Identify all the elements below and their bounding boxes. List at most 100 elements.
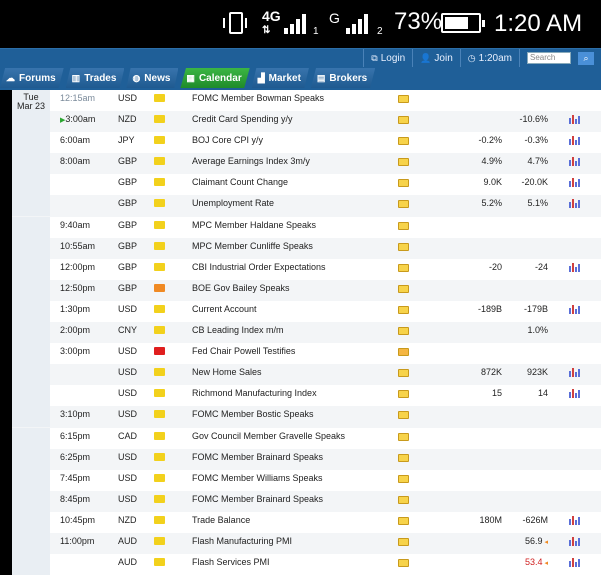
detail-cell[interactable]	[398, 280, 414, 301]
calendar-row[interactable]: ▶3:00am NZD Credit Card Spending y/y -10.6%	[12, 111, 601, 133]
detail-cell[interactable]	[398, 153, 414, 174]
event-name[interactable]: Flash Manufacturing PMI	[192, 533, 392, 554]
detail-cell[interactable]	[398, 449, 414, 470]
event-name[interactable]: CBI Industrial Order Expectations	[192, 259, 392, 280]
event-name[interactable]: Gov Council Member Gravelle Speaks	[192, 428, 392, 449]
detail-cell[interactable]	[398, 217, 414, 238]
event-name[interactable]: FOMC Member Brainard Speaks	[192, 491, 392, 512]
impact-cell[interactable]	[154, 132, 166, 153]
calendar-row[interactable]: Tue Mar 23 12:15am USD FOMC Member Bowman Sp…	[12, 90, 601, 111]
detail-cell[interactable]	[398, 195, 414, 216]
tab-forums[interactable]: ☁ Forums	[0, 68, 64, 88]
calendar-row[interactable]: 6:00am JPY BOJ Core CPI y/y -0.2% -0.3%	[12, 132, 601, 154]
detail-cell[interactable]	[398, 512, 414, 533]
chart-cell[interactable]	[569, 153, 581, 174]
impact-cell[interactable]	[154, 217, 166, 238]
calendar-row[interactable]: 6:25pm USD FOMC Member Brainard Speaks	[12, 448, 601, 470]
chart-cell[interactable]	[569, 301, 581, 322]
calendar-row[interactable]: 10:55am GBP MPC Member Cunliffe Speaks	[12, 237, 601, 259]
event-name[interactable]: BOJ Core CPI y/y	[192, 132, 392, 153]
event-name[interactable]: Credit Card Spending y/y	[192, 111, 392, 132]
impact-cell[interactable]	[154, 512, 166, 533]
impact-cell[interactable]	[154, 90, 166, 111]
tab-brokers[interactable]: ▤ Brokers	[310, 68, 376, 88]
event-name[interactable]: FOMC Member Williams Speaks	[192, 470, 392, 491]
event-name[interactable]: Current Account	[192, 301, 392, 322]
calendar-row[interactable]: 6:15pm CAD Gov Council Member Gravelle Spe…	[12, 427, 601, 449]
event-name[interactable]: MPC Member Cunliffe Speaks	[192, 238, 392, 259]
chart-cell[interactable]	[569, 259, 581, 280]
calendar-row[interactable]: GBP Claimant Count Change 9.0K -20.0K	[12, 174, 601, 196]
impact-cell[interactable]	[154, 470, 166, 491]
calendar-row[interactable]: 12:50pm GBP BOE Gov Bailey Speaks	[12, 279, 601, 301]
detail-cell[interactable]	[398, 406, 414, 427]
detail-cell[interactable]	[398, 174, 414, 195]
calendar-row[interactable]: 8:00am GBP Average Earnings Index 3m/y 4.9%…	[12, 153, 601, 175]
detail-cell[interactable]	[398, 385, 414, 406]
calendar-row[interactable]: 3:10pm USD FOMC Member Bostic Speaks	[12, 406, 601, 428]
calendar-row[interactable]: USD Richmond Manufacturing Index 15 14	[12, 385, 601, 407]
impact-cell[interactable]	[154, 343, 166, 364]
detail-cell[interactable]	[398, 491, 414, 512]
calendar-row[interactable]: GBP Unemployment Rate 5.2% 5.1%	[12, 195, 601, 217]
chart-cell[interactable]	[569, 385, 581, 406]
search-input[interactable]: Search	[527, 52, 571, 64]
impact-cell[interactable]	[154, 491, 166, 512]
event-name[interactable]: Fed Chair Powell Testifies	[192, 343, 392, 364]
impact-cell[interactable]	[154, 428, 166, 449]
detail-cell[interactable]	[398, 470, 414, 491]
event-name[interactable]: MPC Member Haldane Speaks	[192, 217, 392, 238]
detail-cell[interactable]	[398, 343, 414, 364]
calendar-row[interactable]: 12:00pm GBP CBI Industrial Order Expectati…	[12, 258, 601, 280]
impact-cell[interactable]	[154, 238, 166, 259]
chart-cell[interactable]	[569, 111, 581, 132]
calendar-row[interactable]: 10:45pm NZD Trade Balance 180M -626M	[12, 511, 601, 533]
join-link[interactable]: 👤 Join	[412, 49, 460, 67]
detail-cell[interactable]	[398, 533, 414, 554]
detail-cell[interactable]	[398, 322, 414, 343]
chart-cell[interactable]	[569, 533, 581, 554]
calendar-row[interactable]: 9:40am GBP MPC Member Haldane Speaks	[12, 216, 601, 238]
impact-cell[interactable]	[154, 406, 166, 427]
timezone-clock[interactable]: ◷ 1:20am	[459, 49, 519, 67]
tab-calendar[interactable]: ▦ Calendar	[180, 68, 250, 88]
event-name[interactable]: FOMC Member Brainard Speaks	[192, 449, 392, 470]
chart-cell[interactable]	[569, 174, 581, 195]
impact-cell[interactable]	[154, 195, 166, 216]
impact-cell[interactable]	[154, 449, 166, 470]
event-name[interactable]: Flash Services PMI	[192, 554, 392, 575]
impact-cell[interactable]	[154, 259, 166, 280]
calendar-row[interactable]: 1:30pm USD Current Account -189B -179B	[12, 300, 601, 322]
event-name[interactable]: Claimant Count Change	[192, 174, 392, 195]
chart-cell[interactable]	[569, 554, 581, 575]
event-name[interactable]: Trade Balance	[192, 512, 392, 533]
event-name[interactable]: Average Earnings Index 3m/y	[192, 153, 392, 174]
event-name[interactable]: CB Leading Index m/m	[192, 322, 392, 343]
chart-cell[interactable]	[569, 132, 581, 153]
tab-trades[interactable]: ▥ Trades	[65, 68, 125, 88]
tab-news[interactable]: ◍ News	[126, 68, 179, 88]
impact-cell[interactable]	[154, 280, 166, 301]
detail-cell[interactable]	[398, 132, 414, 153]
calendar-row[interactable]: USD New Home Sales 872K 923K	[12, 364, 601, 386]
calendar-row[interactable]: AUD Flash Services PMI 53.4 ◂	[12, 554, 601, 575]
detail-cell[interactable]	[398, 259, 414, 280]
detail-cell[interactable]	[398, 238, 414, 259]
chart-cell[interactable]	[569, 364, 581, 385]
detail-cell[interactable]	[398, 301, 414, 322]
detail-cell[interactable]	[398, 428, 414, 449]
event-name[interactable]: BOE Gov Bailey Speaks	[192, 280, 392, 301]
impact-cell[interactable]	[154, 533, 166, 554]
impact-cell[interactable]	[154, 301, 166, 322]
event-name[interactable]: Unemployment Rate	[192, 195, 392, 216]
detail-cell[interactable]	[398, 111, 414, 132]
event-name[interactable]: FOMC Member Bowman Speaks	[192, 90, 392, 111]
chart-cell[interactable]	[569, 195, 581, 216]
detail-cell[interactable]	[398, 364, 414, 385]
event-name[interactable]: Richmond Manufacturing Index	[192, 385, 392, 406]
impact-cell[interactable]	[154, 111, 166, 132]
calendar-row[interactable]: 11:00pm AUD Flash Manufacturing PMI 56.9 ◂	[12, 532, 601, 555]
calendar-row[interactable]: 7:45pm USD FOMC Member Williams Speaks	[12, 469, 601, 491]
calendar-row[interactable]: 3:00pm USD Fed Chair Powell Testifies	[12, 343, 601, 365]
detail-cell[interactable]	[398, 90, 414, 111]
